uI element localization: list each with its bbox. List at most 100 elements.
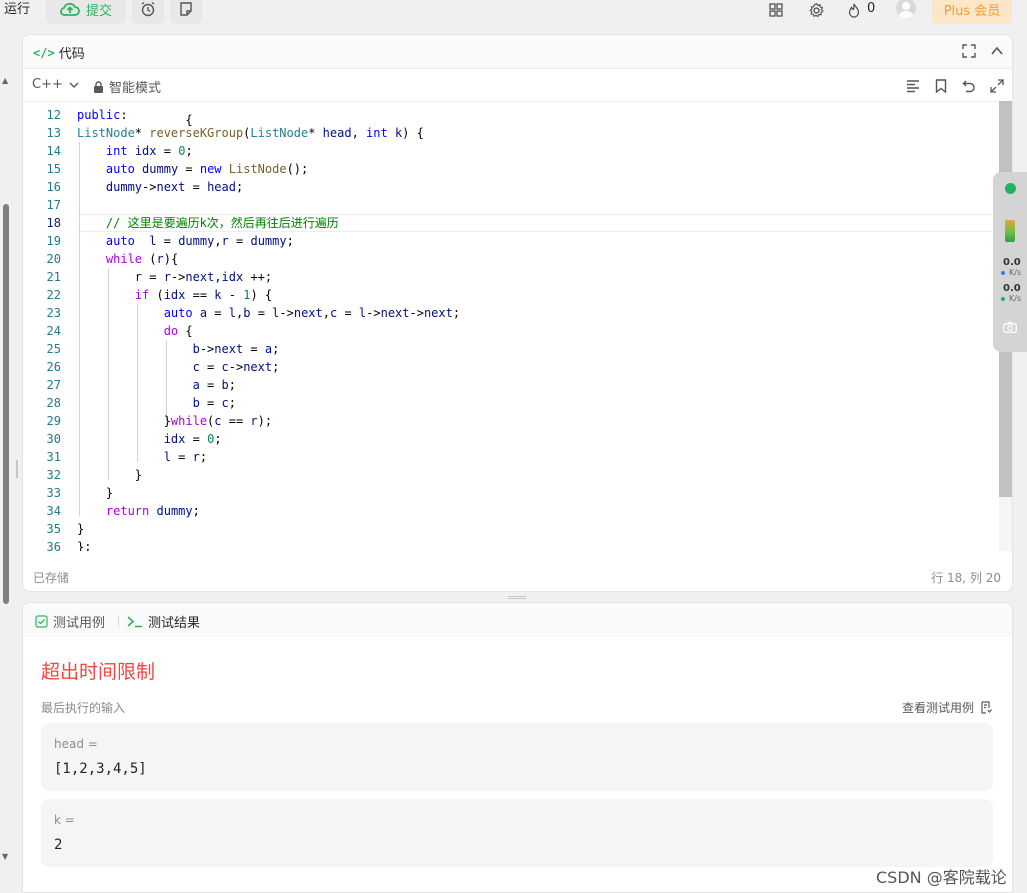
code-line[interactable]: 23 auto a = l,b = l->next,c = l->next->n… <box>23 304 999 322</box>
input-box-k: k = 2 <box>41 799 993 867</box>
undo-icon <box>962 80 975 93</box>
code-line[interactable]: 27 a = b; <box>23 376 999 394</box>
code-text: // 这里是要遍历k次，然后再往后进行遍历 <box>105 216 339 230</box>
code-line[interactable]: 31 l = r; <box>23 448 999 466</box>
top-bar: 运行 提交 0 Plus 会员 <box>0 0 1027 26</box>
code-line[interactable]: 20 while (r){ <box>23 250 999 268</box>
code-text: b->next = a; <box>192 342 280 356</box>
reset-button[interactable] <box>961 78 977 94</box>
settings-icon <box>808 2 824 17</box>
smart-mode-label: 智能模式 <box>109 81 162 96</box>
format-button[interactable] <box>905 78 921 94</box>
alarm-button[interactable] <box>132 0 164 24</box>
submit-button[interactable]: 提交 <box>46 0 126 24</box>
note-button[interactable] <box>170 0 202 24</box>
run-button[interactable]: 运行 <box>4 0 30 20</box>
code-line[interactable]: 19 auto l = dummy,r = dummy; <box>23 232 999 250</box>
code-line[interactable]: 29 }while(c == r); <box>23 412 999 430</box>
upload-marker <box>1001 271 1005 275</box>
terminal-icon <box>127 616 142 628</box>
settings-button[interactable] <box>806 0 826 20</box>
line-number: 21 <box>46 270 61 284</box>
expand-editor-button[interactable] <box>989 78 1005 94</box>
tab-testcase[interactable]: 测试用例 <box>35 612 105 631</box>
line-number: 32 <box>46 468 61 482</box>
line-number: 18 <box>46 216 61 230</box>
code-line[interactable]: 17 <box>23 196 999 214</box>
fullscreen-button[interactable] <box>961 43 977 59</box>
code-line[interactable]: 34 return dummy; <box>23 502 999 520</box>
avatar[interactable] <box>896 0 916 18</box>
view-testcase-link[interactable]: 查看测试用例 <box>902 699 992 716</box>
code-line[interactable]: 30 idx = 0; <box>23 430 999 448</box>
code-line[interactable]: 33 } <box>23 484 999 502</box>
scroll-down-arrow-icon[interactable]: ▼ <box>2 852 8 861</box>
saved-status: 已存储 <box>33 571 70 585</box>
line-number: 36 <box>46 540 61 551</box>
input-value: 2 <box>54 837 63 853</box>
smart-mode-toggle[interactable]: 智能模式 <box>93 77 161 96</box>
line-number: 20 <box>46 252 61 266</box>
code-editor[interactable]: { 12 public: 13 ListNode* reverseKGroup(Lis… <box>23 101 1012 551</box>
line-number: 28 <box>46 396 61 410</box>
code-line[interactable]: 21 r = r->next,idx ++; <box>23 268 999 286</box>
collapse-panel-button[interactable] <box>989 43 1005 59</box>
input-box-head: head = [1,2,3,4,5] <box>41 723 993 791</box>
scrollbar-thumb[interactable] <box>3 204 9 604</box>
network-speed-widget[interactable]: 0.0 K/s 0.0 K/s <box>993 172 1027 352</box>
code-line[interactable]: 22 if (idx == k - 1) { <box>23 286 999 304</box>
result-panel: 测试用例 测试结果 超出时间限制 最后执行的输入 查看测试用例 head = [… <box>22 602 1013 893</box>
plus-membership-button[interactable]: Plus 会员 <box>932 0 1012 24</box>
input-label: k = <box>54 813 75 827</box>
line-number: 24 <box>46 324 61 338</box>
cursor-position: 行 18, 列 20 <box>931 571 1001 585</box>
panel-resize-handle[interactable] <box>508 596 526 599</box>
line-number: 29 <box>46 414 61 428</box>
tab-test-result-label: 测试结果 <box>148 616 201 631</box>
download-marker <box>1001 297 1005 301</box>
chevron-down-icon <box>69 82 79 88</box>
bookmark-button[interactable] <box>933 78 949 94</box>
code-line[interactable]: 24 do { <box>23 322 999 340</box>
code-line[interactable]: 15 auto dummy = new ListNode(); <box>23 160 999 178</box>
code-text: }; <box>77 540 92 551</box>
code-text: auto l = dummy,r = dummy; <box>105 234 294 248</box>
vertical-resize-handle[interactable] <box>16 460 18 478</box>
code-line[interactable]: 18 // 这里是要遍历k次，然后再往后进行遍历 <box>23 214 999 232</box>
code-line[interactable]: 28 b = c; <box>23 394 999 412</box>
tab-testcase-label: 测试用例 <box>53 616 106 631</box>
watermark: CSDN @客院载论 <box>876 868 1007 887</box>
code-line[interactable]: 13 ListNode* reverseKGroup(ListNode* head… <box>23 124 999 142</box>
code-icon: </> <box>33 45 55 60</box>
bookmark-icon <box>935 79 947 93</box>
code-line[interactable]: 16 dummy->next = head; <box>23 178 999 196</box>
code-line[interactable]: 35} <box>23 520 999 538</box>
code-line[interactable]: 12 public: <box>23 106 999 124</box>
user-icon <box>898 2 914 18</box>
streak-count: 0 <box>867 1 876 16</box>
input-label: head = <box>54 737 98 751</box>
line-number: 34 <box>46 504 61 518</box>
code-line[interactable]: 26 c = c->next; <box>23 358 999 376</box>
layout-icon <box>769 3 783 17</box>
layout-button[interactable] <box>766 0 786 20</box>
fire-icon <box>848 3 860 18</box>
code-line[interactable]: 25 b->next = a; <box>23 340 999 358</box>
code-line[interactable]: 32 } <box>23 466 999 484</box>
code-text: c = c->next; <box>192 360 280 374</box>
tab-test-result[interactable]: 测试结果 <box>127 612 200 631</box>
line-number: 19 <box>46 234 61 248</box>
verdict-title: 超出时间限制 <box>41 661 156 683</box>
code-panel-title: </> 代码 <box>33 43 85 63</box>
scroll-up-arrow-icon[interactable]: ▲ <box>2 76 8 85</box>
code-text: a = b; <box>192 378 236 392</box>
language-select[interactable]: C++ <box>32 77 79 92</box>
code-text: auto dummy = new ListNode(); <box>105 162 309 176</box>
code-status-bar: 已存储 行 18, 列 20 <box>23 565 1012 589</box>
code-text: ListNode* reverseKGroup(ListNode* head, … <box>77 126 424 140</box>
code-line[interactable]: 36}; <box>23 538 999 551</box>
left-scrollbar[interactable]: ▲ ▼ <box>0 26 14 893</box>
code-line[interactable]: 14 int idx = 0; <box>23 142 999 160</box>
camera-icon[interactable] <box>1003 322 1017 333</box>
streak-button[interactable] <box>844 0 864 20</box>
